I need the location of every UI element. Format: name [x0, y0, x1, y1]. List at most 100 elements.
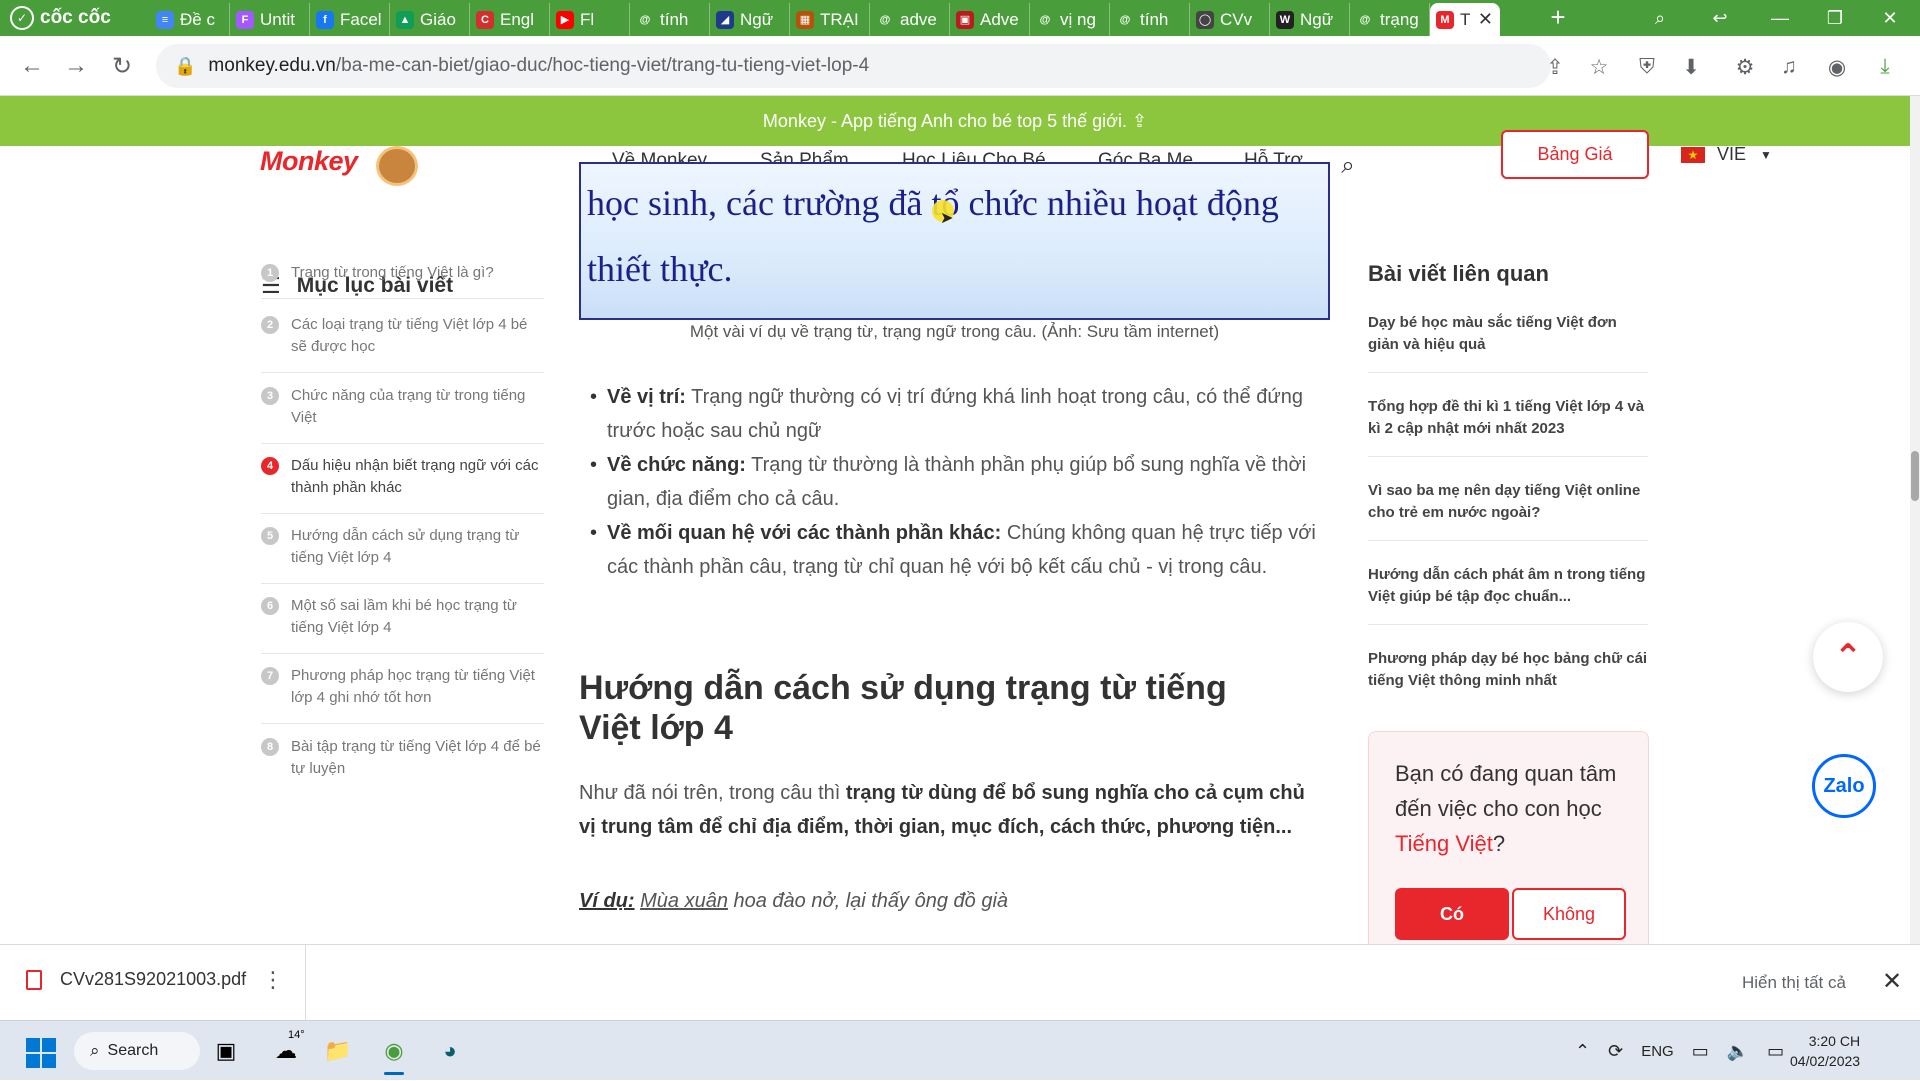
- share-icon[interactable]: ⇪: [1540, 52, 1570, 82]
- toc-text: Trạng từ trong tiếng Việt là gì?: [291, 264, 494, 281]
- sync-icon[interactable]: ⟳: [1608, 1041, 1623, 1062]
- browser-tab[interactable]: @ tính: [1110, 3, 1190, 36]
- browser-tab[interactable]: @ tính: [630, 3, 710, 36]
- language-selector[interactable]: ★ VIE ▼: [1681, 144, 1772, 165]
- toc-number: 5: [261, 527, 279, 545]
- lock-icon: 🔒: [174, 55, 197, 76]
- section-heading: Hướng dẫn cách sử dụng trạng từ tiếng Vi…: [579, 669, 1227, 747]
- weather-icon[interactable]: 14° ☁: [266, 1029, 306, 1071]
- related-article-link[interactable]: Hướng dẫn cách phát âm n trong tiếng Việ…: [1368, 564, 1648, 625]
- close-window-button[interactable]: ✕: [1865, 0, 1915, 36]
- chevron-up-icon[interactable]: ⌃: [1575, 1041, 1590, 1062]
- coccoc-icon: ✓: [10, 6, 34, 30]
- cta-yes-button[interactable]: Có: [1395, 888, 1509, 940]
- page-scrollbar[interactable]: [1910, 96, 1920, 944]
- input-language[interactable]: ENG: [1641, 1043, 1674, 1060]
- windows-start-icon[interactable]: [26, 1038, 56, 1068]
- toc-item[interactable]: 3 Chức năng của trạng từ trong tiếng Việt: [261, 385, 544, 444]
- toc-number: 3: [261, 387, 279, 405]
- tab-search-icon[interactable]: ⌕: [1635, 0, 1685, 36]
- close-tab-icon[interactable]: ✕: [1478, 9, 1493, 30]
- coccoc-taskbar-icon[interactable]: ◉: [374, 1031, 414, 1075]
- tab-label: TRẠI: [820, 9, 859, 29]
- toc-item[interactable]: 6 Một số sai lầm khi bé học trạng từ tiến…: [261, 595, 544, 654]
- toc-item[interactable]: 8 Bài tập trạng từ tiếng Việt lớp 4 để bé…: [261, 736, 544, 794]
- mouse-cursor-icon: ➤: [940, 210, 954, 227]
- adblock-icon[interactable]: ⛨: [1632, 52, 1662, 82]
- browser-tab[interactable]: @ trạng: [1350, 3, 1430, 36]
- browser-logo[interactable]: ✓ cốc cốc: [0, 0, 140, 36]
- cta-question: Bạn có đang quan tâm đến việc cho con họ…: [1395, 756, 1625, 861]
- show-all-downloads[interactable]: Hiển thị tất cả: [1742, 973, 1846, 993]
- tab-label: Giáo: [420, 9, 456, 29]
- related-article-link[interactable]: Vì sao ba mẹ nên dạy tiếng Việt online c…: [1368, 480, 1648, 541]
- related-article-link[interactable]: Phương pháp dạy bé học bảng chữ cái tiến…: [1368, 648, 1648, 708]
- browser-tab[interactable]: ▣ Adve: [950, 3, 1030, 36]
- related-article-link[interactable]: Dạy bé học màu sắc tiếng Việt đơn giản v…: [1368, 312, 1648, 373]
- toc-number: 6: [261, 597, 279, 615]
- related-article-link[interactable]: Tổng hợp đề thi kì 1 tiếng Việt lớp 4 và…: [1368, 396, 1648, 457]
- new-tab-button[interactable]: +: [1543, 2, 1573, 33]
- download-more-icon[interactable]: ⋮: [262, 967, 284, 993]
- browser-tab[interactable]: ▦ TRẠI: [790, 3, 870, 36]
- cta-no-button[interactable]: Không: [1512, 888, 1626, 940]
- price-button[interactable]: Bảng Giá: [1501, 130, 1649, 179]
- tab-favicon-icon: C: [476, 10, 494, 29]
- scrollbar-thumb[interactable]: [1911, 451, 1919, 501]
- browser-tab[interactable]: F Untit: [230, 3, 310, 36]
- reload-button[interactable]: ↻: [106, 50, 138, 82]
- browser-tab[interactable]: @ adve: [870, 3, 950, 36]
- active-tab[interactable]: M T ✕: [1430, 3, 1500, 36]
- extensions-icon[interactable]: ⚙: [1730, 52, 1760, 82]
- toc-item[interactable]: 5 Hướng dẫn cách sử dụng trạng từ tiếng V…: [261, 525, 544, 584]
- downloads-icon[interactable]: ⤓: [1870, 52, 1900, 82]
- back-to-tab-icon[interactable]: ↩: [1695, 0, 1745, 36]
- toc-item[interactable]: 2 Các loại trạng từ tiếng Việt lớp 4 bé s…: [261, 314, 544, 373]
- back-button[interactable]: ←: [16, 50, 48, 82]
- caret-down-icon: ▼: [1760, 147, 1772, 162]
- url-path: /ba-me-can-biet/giao-duc/hoc-tieng-viet/…: [335, 55, 870, 76]
- browser-tab[interactable]: C Engl: [470, 3, 550, 36]
- task-view-icon[interactable]: ▣: [206, 1031, 246, 1071]
- tab-label: trạng: [1380, 9, 1419, 29]
- playlist-icon[interactable]: ♫: [1774, 52, 1804, 82]
- browser-tab[interactable]: @ vị ng: [1030, 3, 1110, 36]
- app-taskbar-icon[interactable]: ◕: [430, 1031, 470, 1071]
- zalo-chat-button[interactable]: Zalo: [1812, 754, 1876, 818]
- file-explorer-icon[interactable]: 📁: [318, 1031, 358, 1071]
- profile-icon[interactable]: ◉: [1822, 52, 1852, 82]
- system-tray: ⌃ ⟳ ENG ▭ 🔈 ▭: [1566, 1021, 1793, 1081]
- volume-icon[interactable]: 🔈: [1727, 1041, 1749, 1062]
- taskbar-search[interactable]: ⌕ Search: [74, 1032, 200, 1070]
- image-text-line-2: thiết thực.: [587, 249, 733, 289]
- address-bar[interactable]: 🔒 monkey.edu.vn/ba-me-can-biet/giao-duc/…: [156, 44, 1551, 88]
- display-icon[interactable]: ▭: [1692, 1041, 1709, 1062]
- battery-icon[interactable]: ▭: [1767, 1041, 1784, 1062]
- browser-tab[interactable]: ▲ Giáo: [390, 3, 470, 36]
- toc-item[interactable]: 7 Phương pháp học trạng từ tiếng Việt lớp…: [261, 665, 544, 724]
- scroll-to-top-button[interactable]: ⌃: [1813, 622, 1883, 692]
- toc-item[interactable]: 1 Trạng từ trong tiếng Việt là gì?: [261, 262, 544, 299]
- download-video-icon[interactable]: ⬇: [1676, 52, 1706, 82]
- close-shelf-icon[interactable]: ✕: [1882, 967, 1902, 996]
- browser-tab[interactable]: ▶ Fl: [550, 3, 630, 36]
- bookmark-star-icon[interactable]: ☆: [1584, 52, 1614, 82]
- browser-tab[interactable]: ◯ CVv: [1190, 3, 1270, 36]
- browser-tab[interactable]: f Facel: [310, 3, 390, 36]
- related-title: Bài viết liên quan: [1368, 261, 1549, 286]
- monkey-logo[interactable]: Monkey: [260, 146, 358, 177]
- browser-tab[interactable]: ◢ Ngữ: [710, 3, 790, 36]
- toc-item[interactable]: 4 Dấu hiệu nhận biết trạng ngữ với các th…: [261, 455, 544, 514]
- minimize-button[interactable]: —: [1755, 0, 1805, 36]
- forward-button[interactable]: →: [60, 50, 92, 82]
- vietnam-flag-icon: ★: [1681, 146, 1705, 163]
- download-item[interactable]: CVv281S92021003.pdf: [26, 969, 246, 990]
- cta-text: Bạn có đang quan tâm đến việc cho con họ…: [1395, 761, 1617, 821]
- search-icon[interactable]: ⌕: [1323, 146, 1373, 186]
- toc-text: Dấu hiệu nhận biết trạng ngữ với các thà…: [291, 457, 539, 496]
- maximize-button[interactable]: ❐: [1810, 0, 1860, 36]
- toc-number: 8: [261, 738, 279, 756]
- browser-tab[interactable]: W Ngữ: [1270, 3, 1350, 36]
- browser-tab[interactable]: ≡ Đề c: [150, 3, 230, 36]
- system-clock[interactable]: 3:20 CH 04/02/2023: [1790, 1031, 1860, 1071]
